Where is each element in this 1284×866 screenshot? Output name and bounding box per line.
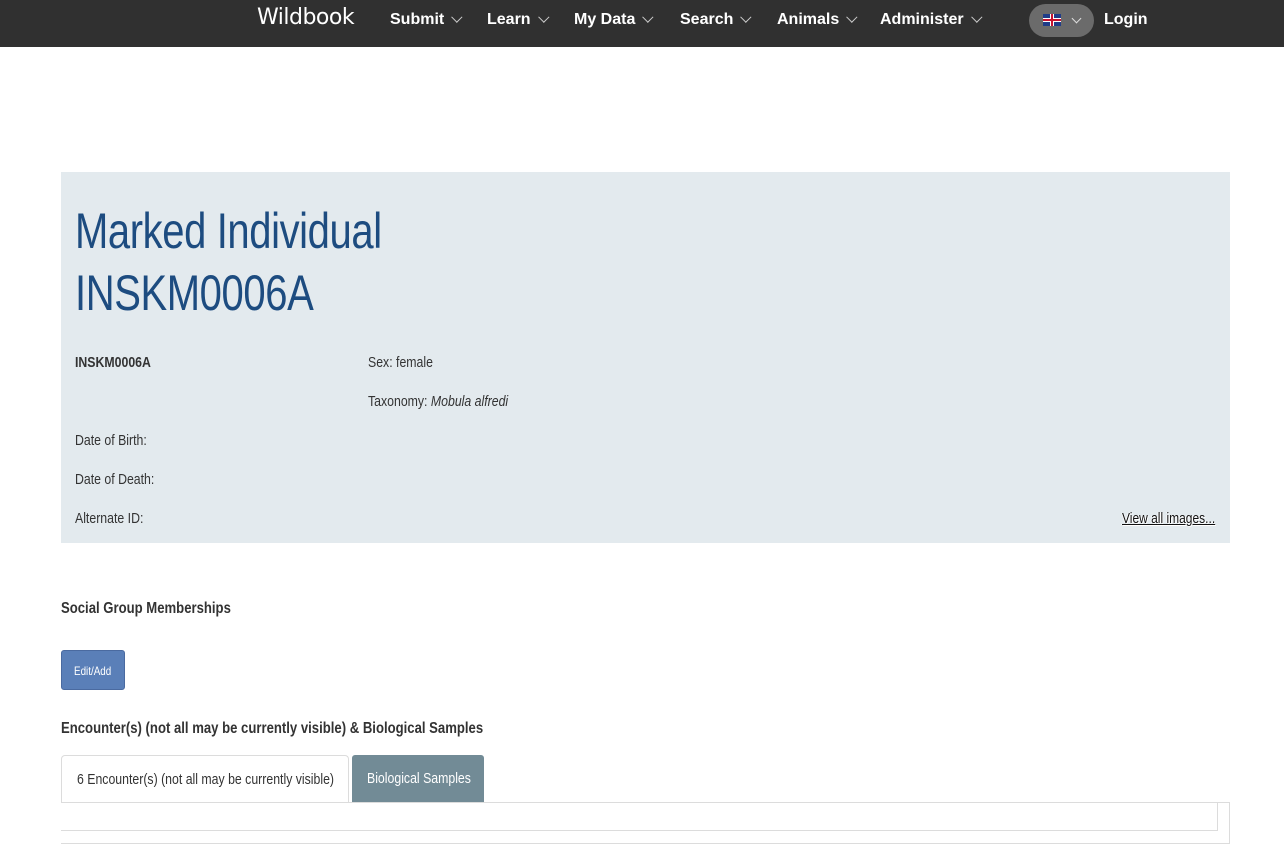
chevron-down-icon (1071, 13, 1082, 24)
nav-search-label: Search (680, 11, 734, 28)
nav-learn-label: Learn (487, 11, 531, 28)
page-title-line1: Marked Individual (75, 203, 382, 259)
social-group-heading: Social Group Memberships (61, 600, 231, 617)
date-of-birth-label: Date of Birth: (75, 432, 147, 449)
brand-logo[interactable]: Wildbook (257, 5, 355, 30)
nav-administer[interactable]: Administer (880, 11, 983, 29)
nav-submit-label: Submit (390, 11, 445, 28)
individual-id: INSKM0006A (75, 354, 151, 371)
tab-content-panel (61, 802, 1230, 844)
nav-administer-label: Administer (880, 11, 964, 28)
page-title: Marked Individual INSKM0006A (75, 200, 382, 324)
sex-label: Sex: (368, 354, 393, 371)
top-navbar: Wildbook Submit Learn My Data Search Ani… (0, 0, 1284, 47)
date-of-death-label: Date of Death: (75, 471, 155, 488)
chevron-down-icon (846, 11, 858, 23)
nav-submit[interactable]: Submit (390, 11, 463, 29)
encounters-table-area (61, 803, 1218, 831)
chevron-down-icon (451, 11, 463, 23)
alternate-id-label: Alternate ID: (75, 510, 144, 527)
sex-value: female (396, 354, 433, 371)
tab-encounters-label: 6 Encounter(s) (not all may be currently… (77, 771, 335, 788)
tab-biological-samples-label: Biological Samples (367, 770, 471, 787)
chevron-down-icon (537, 11, 550, 23)
tab-biological-samples[interactable]: Biological Samples (352, 755, 484, 803)
edit-add-button[interactable]: Edit/Add (61, 650, 125, 690)
chevron-down-icon (970, 11, 983, 23)
nav-learn[interactable]: Learn (487, 11, 550, 29)
tab-encounters[interactable]: 6 Encounter(s) (not all may be currently… (61, 755, 349, 803)
view-all-images-link[interactable]: View all images... (1122, 510, 1215, 527)
nav-my-data-label: My Data (574, 11, 636, 28)
language-selector[interactable] (1029, 4, 1094, 37)
uk-flag-icon (1043, 14, 1061, 26)
encounters-heading: Encounter(s) (not all may be currently v… (61, 720, 484, 737)
chevron-down-icon (642, 11, 654, 23)
login-link[interactable]: Login (1104, 11, 1148, 29)
nav-my-data[interactable]: My Data (574, 11, 654, 29)
sex-field: Sex: female (368, 354, 433, 371)
individual-header-panel: Marked Individual INSKM0006A INSKM0006A … (61, 172, 1230, 543)
edit-add-label: Edit/Add (74, 664, 112, 678)
page-title-line2: INSKM0006A (75, 265, 314, 321)
taxonomy-value: Mobula alfredi (430, 393, 509, 410)
taxonomy-field: Taxonomy: Mobula alfredi (368, 393, 508, 410)
chevron-down-icon (740, 11, 752, 23)
nav-animals-label: Animals (777, 11, 840, 28)
nav-search[interactable]: Search (680, 11, 752, 29)
nav-animals[interactable]: Animals (777, 11, 858, 29)
taxonomy-label: Taxonomy: (368, 393, 428, 410)
